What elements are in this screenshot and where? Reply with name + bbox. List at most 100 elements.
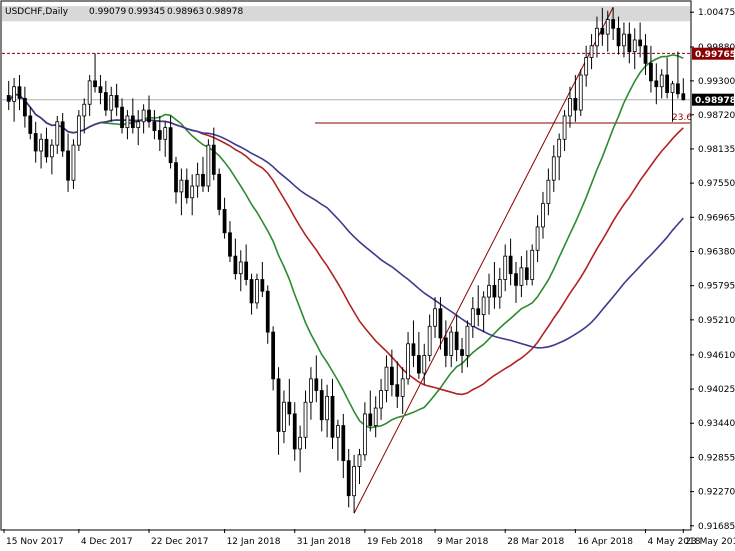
- candle-body: [465, 325, 470, 356]
- candle-body: [557, 138, 562, 158]
- candle-body: [87, 80, 92, 105]
- candle-body: [190, 185, 195, 199]
- x-axis-tick-label: 31 Jan 2018: [297, 537, 351, 547]
- candle-body: [260, 279, 265, 292]
- candle-body: [389, 366, 394, 386]
- candle-body: [136, 121, 141, 129]
- y-axis-tick-label: 0.91685: [698, 522, 735, 532]
- x-axis-tick-label: 4 Dec 2017: [81, 537, 133, 547]
- candle-body: [211, 144, 216, 175]
- candle-body: [76, 115, 81, 146]
- candle-body: [659, 74, 664, 88]
- candle-body: [357, 454, 362, 467]
- candle-body: [508, 255, 513, 275]
- y-axis-tick-label: 0.96965: [698, 213, 735, 223]
- y-axis-tick-label: 0.96380: [698, 247, 735, 257]
- candle-body: [643, 45, 648, 64]
- y-axis-tick-label: 0.93440: [698, 419, 735, 429]
- y-axis-tick-label: 0.95210: [698, 316, 735, 326]
- candle-body: [400, 378, 405, 397]
- candle-body: [427, 325, 432, 356]
- candle-body: [363, 413, 367, 456]
- candle-body: [244, 261, 249, 280]
- candle-body: [546, 179, 551, 204]
- candle-body: [82, 103, 87, 117]
- x-axis-tick-label: 16 Apr 2018: [577, 537, 633, 547]
- y-axis-tick-label: 1.00475: [698, 8, 735, 18]
- candle-body: [174, 162, 178, 193]
- candle-body: [55, 121, 60, 146]
- candle-body: [454, 331, 459, 351]
- candle-body: [168, 127, 173, 164]
- candle-body: [665, 74, 669, 93]
- header-low: 0.98963: [167, 7, 204, 17]
- candle-body: [622, 33, 626, 47]
- candle-body: [373, 407, 378, 426]
- x-axis-tick-label: 9 Mar 2018: [437, 537, 489, 547]
- candle-body: [319, 390, 324, 421]
- y-axis-tick-label: 0.98135: [698, 145, 735, 155]
- candle-body: [654, 80, 659, 88]
- candle-body: [28, 115, 33, 134]
- candle-body: [33, 133, 38, 152]
- y-axis-tick-label: 0.92270: [698, 488, 735, 498]
- candle-body: [109, 95, 114, 111]
- candle-body: [206, 144, 211, 187]
- candle-body: [438, 308, 443, 339]
- x-axis-tick-label: 22 Dec 2017: [151, 537, 209, 547]
- candle-body: [228, 232, 232, 257]
- candle-body: [103, 92, 108, 111]
- chart-background: [0, 0, 735, 551]
- y-axis-tick-label: 0.95795: [698, 282, 735, 292]
- candle-body: [152, 121, 157, 131]
- current-price-label: 0.98978: [695, 96, 735, 106]
- candle-body: [638, 39, 643, 47]
- candle-body: [276, 378, 281, 432]
- y-axis-tick-label: 0.97550: [698, 179, 735, 189]
- candle-body: [287, 401, 292, 415]
- y-axis-tick-label: 0.98720: [698, 111, 735, 121]
- candle-body: [406, 343, 410, 380]
- candle-body: [39, 138, 43, 152]
- y-axis-tick-label: 0.94610: [698, 351, 735, 361]
- candle-body: [535, 226, 540, 251]
- candle-body: [681, 93, 686, 101]
- candle-body: [265, 290, 270, 333]
- candle-body: [551, 156, 556, 181]
- price-chart[interactable]: 23.61.004750.998800.993000.987200.981350…: [0, 0, 735, 551]
- header-open: 0.99079: [89, 7, 126, 17]
- y-axis-tick-label: 0.99300: [698, 77, 735, 87]
- candle-body: [616, 27, 621, 47]
- candle-body: [519, 267, 524, 286]
- candle-body: [147, 109, 151, 123]
- candle-body: [524, 267, 529, 280]
- resistance-price-label: 0.99765: [695, 50, 735, 60]
- candle-body: [233, 255, 238, 275]
- candle-body: [649, 62, 653, 82]
- candle-body: [282, 401, 286, 432]
- candle-body: [303, 401, 308, 438]
- candle-body: [336, 425, 340, 438]
- candle-body: [271, 331, 276, 380]
- candle-body: [470, 308, 475, 327]
- candle-body: [93, 80, 97, 88]
- header-high: 0.99345: [128, 7, 165, 17]
- candle-body: [433, 308, 437, 327]
- candle-body: [292, 413, 297, 450]
- candle-body: [476, 308, 481, 315]
- y-axis-tick-label: 0.94025: [698, 385, 735, 395]
- candle-body: [578, 74, 583, 111]
- candle-body: [395, 384, 400, 397]
- header-symbol: USDCHF,Daily: [5, 7, 69, 17]
- candle-body: [384, 366, 389, 391]
- candle-body: [23, 98, 27, 117]
- candle-body: [157, 130, 162, 140]
- candle-body: [541, 203, 545, 228]
- candle-body: [379, 390, 383, 409]
- fib-level-label: 23.6: [672, 113, 692, 123]
- candle-body: [330, 395, 335, 438]
- candle-body: [114, 95, 119, 108]
- candle-body: [605, 19, 610, 35]
- candle-body: [222, 209, 227, 234]
- candle-body: [238, 261, 243, 275]
